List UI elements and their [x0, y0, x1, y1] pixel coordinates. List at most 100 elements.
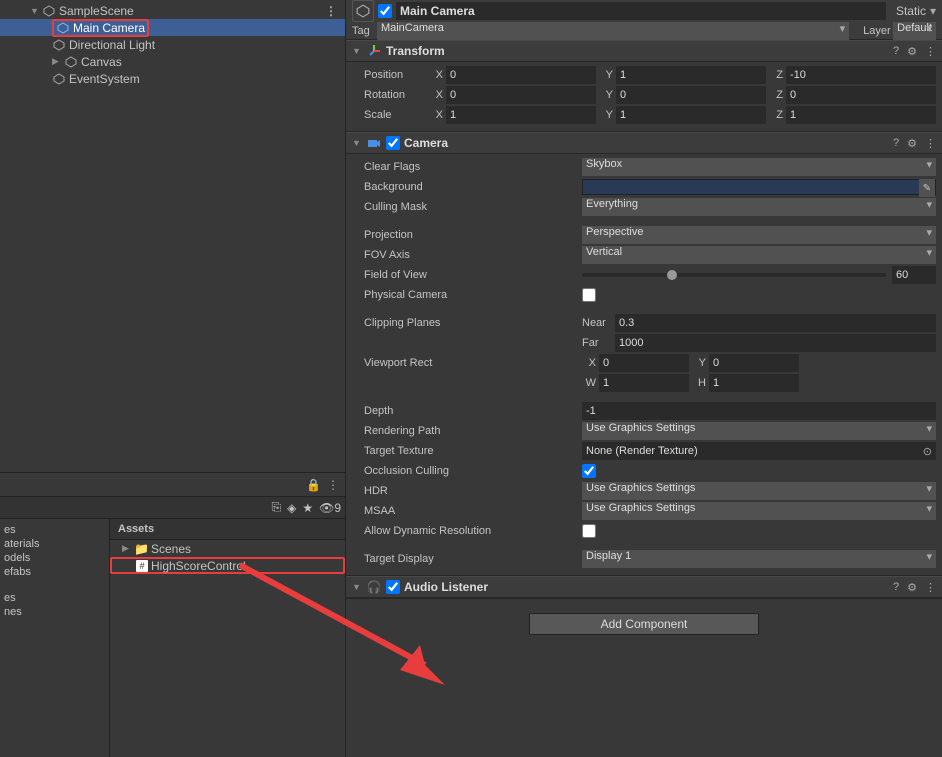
- help-icon[interactable]: ?: [893, 45, 899, 57]
- clear-flags-label: Clear Flags: [352, 161, 582, 173]
- folder-item[interactable]: aterials: [0, 537, 109, 551]
- static-dropdown-icon[interactable]: ▾: [930, 4, 936, 18]
- project-toolbar: 🔒 ⋮: [0, 473, 345, 497]
- projection-dropdown[interactable]: Perspective: [582, 226, 936, 244]
- rotation-x-field[interactable]: [446, 86, 596, 104]
- menu-icon[interactable]: ⋮: [925, 137, 936, 150]
- position-y-field[interactable]: [616, 66, 766, 84]
- static-label: Static: [896, 4, 926, 18]
- help-icon[interactable]: ?: [893, 581, 899, 593]
- gameobject-icon[interactable]: [352, 0, 374, 22]
- clipping-planes-label: Clipping Planes: [352, 317, 582, 329]
- scene-row[interactable]: ▼ SampleScene ⋮: [0, 2, 345, 19]
- scale-z-field[interactable]: [786, 106, 936, 124]
- menu-icon[interactable]: ⋮: [327, 478, 339, 492]
- component-camera: ▼ Camera ? ⚙ ⋮ Clear FlagsSkybox Backgro…: [346, 132, 942, 576]
- audio-listener-enabled-checkbox[interactable]: [386, 580, 400, 594]
- gameobject-icon: [64, 55, 78, 69]
- preset-icon[interactable]: ⚙: [907, 45, 917, 58]
- lock-icon[interactable]: 🔒: [306, 478, 321, 492]
- culling-mask-dropdown[interactable]: Everything: [582, 198, 936, 216]
- rotation-z-field[interactable]: [786, 86, 936, 104]
- rendering-path-dropdown[interactable]: Use Graphics Settings: [582, 422, 936, 440]
- hierarchy-panel: ▼ SampleScene ⋮ Main Camera Directi: [0, 0, 345, 470]
- tag-dropdown[interactable]: MainCamera: [377, 22, 849, 40]
- hierarchy-menu-icon[interactable]: ⋮: [325, 4, 337, 18]
- hdr-dropdown[interactable]: Use Graphics Settings: [582, 482, 936, 500]
- transform-icon: [366, 43, 382, 59]
- foldout-icon[interactable]: ▼: [352, 138, 362, 148]
- viewport-x-field[interactable]: [599, 354, 689, 372]
- object-picker-icon[interactable]: ⊙: [923, 445, 932, 458]
- menu-icon[interactable]: ⋮: [925, 581, 936, 594]
- folder-item[interactable]: es: [0, 523, 109, 537]
- occlusion-culling-checkbox[interactable]: [582, 464, 596, 478]
- foldout-icon[interactable]: ▼: [30, 6, 42, 16]
- preset-icon[interactable]: ⚙: [907, 137, 917, 150]
- save-icon[interactable]: ⎘: [271, 500, 281, 515]
- hierarchy-item-eventsystem[interactable]: EventSystem: [0, 70, 345, 87]
- position-label: Position: [352, 69, 429, 81]
- msaa-label: MSAA: [352, 505, 582, 517]
- viewport-h-field[interactable]: [709, 374, 799, 392]
- foldout-icon[interactable]: ▶: [52, 56, 64, 67]
- hierarchy-item-main-camera[interactable]: Main Camera: [0, 19, 345, 36]
- background-color-field[interactable]: ✎: [582, 179, 936, 195]
- gameobject-active-checkbox[interactable]: [378, 4, 392, 18]
- near-clip-field[interactable]: [615, 314, 936, 332]
- depth-field[interactable]: [582, 402, 936, 420]
- filter-icon[interactable]: ◈: [287, 501, 296, 515]
- target-display-dropdown[interactable]: Display 1: [582, 550, 936, 568]
- allow-dynamic-checkbox[interactable]: [582, 524, 596, 538]
- gameobject-name-field[interactable]: [396, 2, 886, 20]
- layer-dropdown[interactable]: Default: [893, 22, 936, 40]
- folder-item[interactable]: efabs: [0, 565, 109, 579]
- culling-mask-label: Culling Mask: [352, 201, 582, 213]
- clear-flags-dropdown[interactable]: Skybox: [582, 158, 936, 176]
- hierarchy-item-directional-light[interactable]: Directional Light: [0, 36, 345, 53]
- rotation-y-field[interactable]: [616, 86, 766, 104]
- physical-camera-checkbox[interactable]: [582, 288, 596, 302]
- help-icon[interactable]: ?: [893, 137, 899, 149]
- target-texture-field[interactable]: None (Render Texture)⊙: [582, 442, 936, 460]
- foldout-icon[interactable]: ▼: [352, 46, 362, 56]
- preset-icon[interactable]: ⚙: [907, 581, 917, 594]
- foldout-icon[interactable]: ▼: [352, 582, 362, 592]
- occlusion-culling-label: Occlusion Culling: [352, 465, 582, 477]
- camera-enabled-checkbox[interactable]: [386, 136, 400, 150]
- folder-item[interactable]: odels: [0, 551, 109, 565]
- project-folder-tree[interactable]: es aterials odels efabs es nes: [0, 519, 110, 757]
- hdr-label: HDR: [352, 485, 582, 497]
- camera-icon: [366, 135, 382, 151]
- hidden-count[interactable]: 👁9: [319, 501, 341, 515]
- eyedropper-icon[interactable]: ✎: [919, 179, 935, 197]
- far-clip-field[interactable]: [615, 334, 936, 352]
- folder-item[interactable]: nes: [0, 605, 109, 619]
- asset-folder-scenes[interactable]: ▶ 📁 Scenes: [110, 540, 345, 557]
- folder-item[interactable]: es: [0, 591, 109, 605]
- asset-script-highscorecontrol[interactable]: # HighScoreControl: [110, 557, 345, 574]
- viewport-w-field[interactable]: [599, 374, 689, 392]
- rendering-path-label: Rendering Path: [352, 425, 582, 437]
- hierarchy-item-canvas[interactable]: ▶ Canvas: [0, 53, 345, 70]
- asset-label: HighScoreControl: [151, 559, 246, 573]
- fov-slider[interactable]: [582, 273, 886, 277]
- star-icon[interactable]: ★: [302, 501, 313, 515]
- menu-icon[interactable]: ⋮: [925, 45, 936, 58]
- scene-name: SampleScene: [59, 4, 134, 18]
- fov-value-field[interactable]: [892, 266, 936, 284]
- fov-axis-dropdown[interactable]: Vertical: [582, 246, 936, 264]
- position-x-field[interactable]: [446, 66, 596, 84]
- project-panel: 🔒 ⋮ ⎘ ◈ ★ 👁9 es aterials odels efabs es …: [0, 472, 345, 757]
- assets-header: Assets: [110, 519, 345, 540]
- physical-camera-label: Physical Camera: [352, 289, 582, 301]
- viewport-y-field[interactable]: [709, 354, 799, 372]
- foldout-icon[interactable]: ▶: [122, 543, 134, 554]
- scale-x-field[interactable]: [446, 106, 596, 124]
- unity-icon: [42, 4, 56, 18]
- add-component-button[interactable]: Add Component: [529, 613, 759, 635]
- msaa-dropdown[interactable]: Use Graphics Settings: [582, 502, 936, 520]
- component-title: Camera: [404, 136, 885, 150]
- scale-y-field[interactable]: [616, 106, 766, 124]
- position-z-field[interactable]: [786, 66, 936, 84]
